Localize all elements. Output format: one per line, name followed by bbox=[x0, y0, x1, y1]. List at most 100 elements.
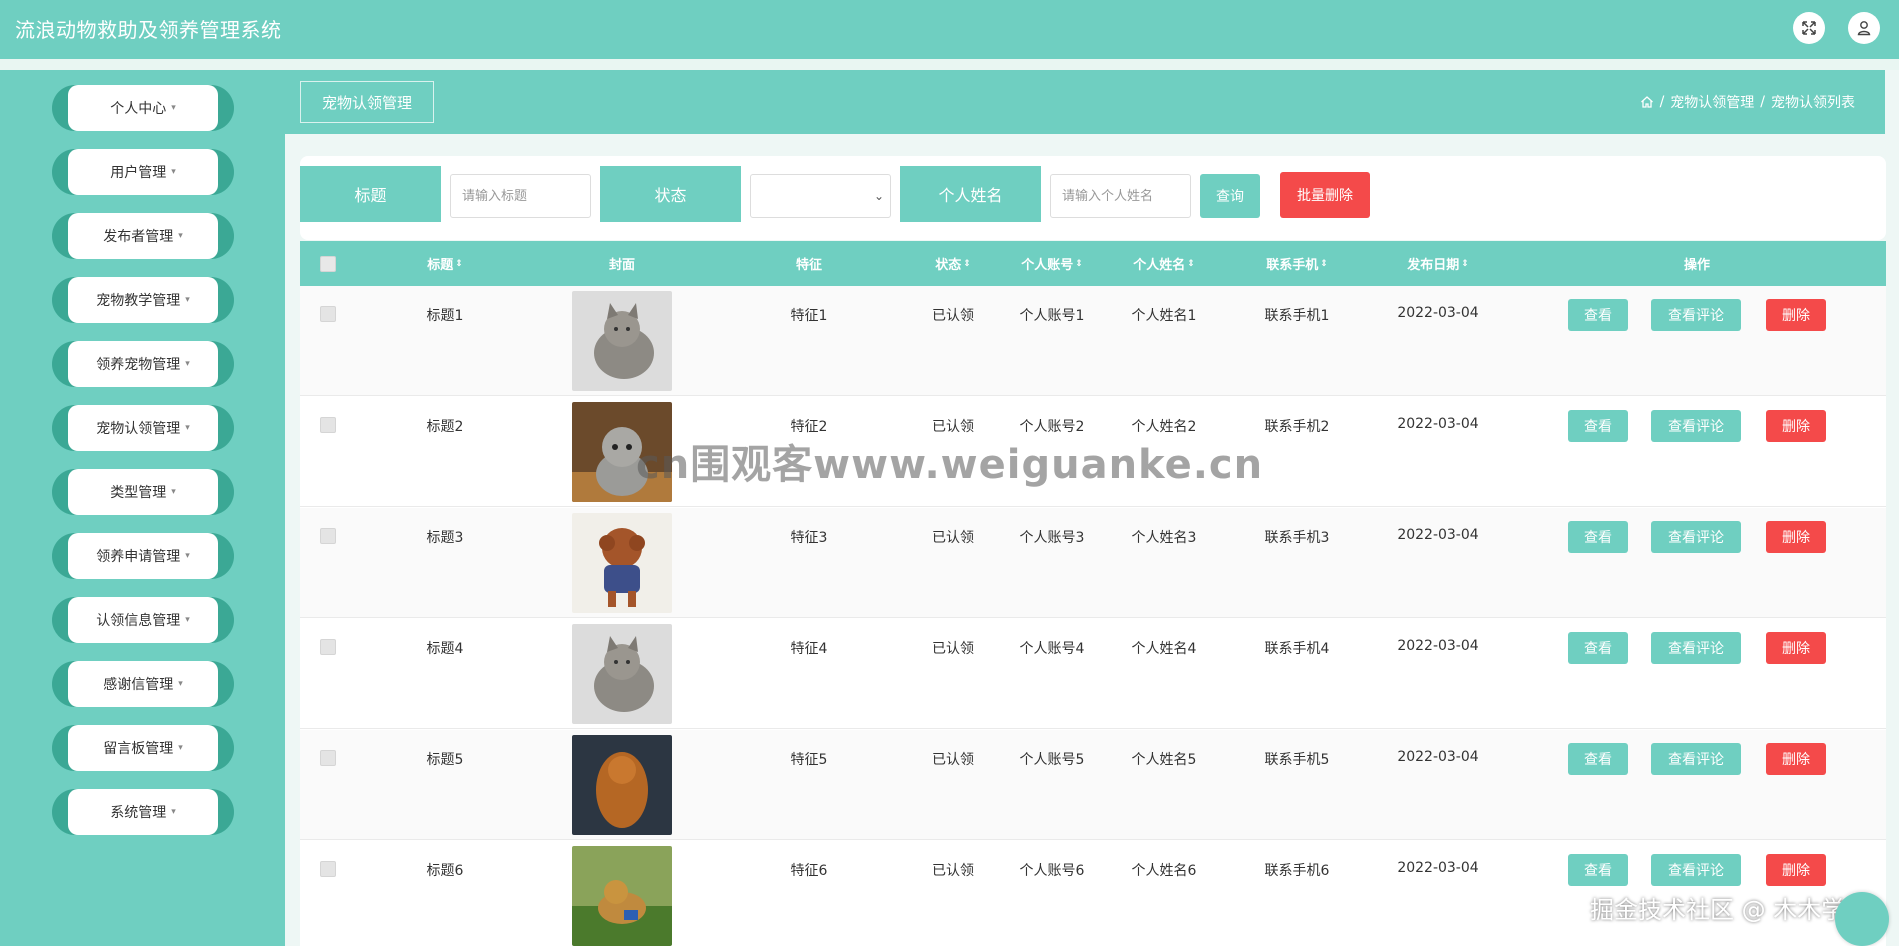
sidebar-item-label: 宠物认领管理 bbox=[96, 421, 181, 437]
table-row: 标题4 特征4 已认领 个人账号4 个人姓名4 联系手机4 2022-03-04 查看 查看评论… bbox=[300, 619, 1886, 729]
view-comments-button[interactable]: 查看评论 bbox=[1651, 743, 1741, 775]
th-date[interactable]: 发布日期 ⇕ bbox=[1407, 241, 1469, 286]
sidebar-item-pill: 认领信息管理 ▾ bbox=[68, 597, 218, 643]
cell-account: 个人账号5 bbox=[1019, 752, 1085, 768]
th-cover: 封面 bbox=[608, 258, 636, 273]
cell-account: 个人账号4 bbox=[1019, 641, 1085, 657]
view-button[interactable]: 查看 bbox=[1568, 299, 1628, 331]
cell-name: 个人姓名2 bbox=[1131, 419, 1197, 435]
sidebar-item[interactable]: 感谢信管理 ▾ bbox=[52, 661, 234, 707]
delete-button[interactable]: 删除 bbox=[1766, 299, 1826, 331]
delete-button[interactable]: 删除 bbox=[1766, 743, 1826, 775]
name-label: 个人姓名 bbox=[900, 166, 1041, 222]
view-comments-button[interactable]: 查看评论 bbox=[1651, 854, 1741, 886]
view-button[interactable]: 查看 bbox=[1568, 632, 1628, 664]
cell-phone: 联系手机5 bbox=[1264, 752, 1330, 768]
th-phone[interactable]: 联系手机 ⇕ bbox=[1266, 241, 1328, 286]
sidebar-item-label: 类型管理 bbox=[110, 485, 167, 501]
breadcrumb-sep: / bbox=[1760, 94, 1765, 110]
cell-date: 2022-03-04 bbox=[1397, 416, 1479, 432]
th-name[interactable]: 个人姓名 ⇕ bbox=[1133, 241, 1195, 286]
th-title[interactable]: 标题 ⇕ bbox=[427, 241, 463, 286]
title-label: 标题 bbox=[300, 166, 441, 222]
view-button[interactable]: 查看 bbox=[1568, 521, 1628, 553]
cell-status: 已认领 bbox=[932, 530, 974, 546]
delete-button[interactable]: 删除 bbox=[1766, 521, 1826, 553]
row-checkbox[interactable] bbox=[320, 528, 336, 544]
cover-image bbox=[572, 291, 672, 391]
source-credit: 掘金技术社区 @ 木木学长 bbox=[1590, 896, 1870, 924]
th-status[interactable]: 状态 ⇕ bbox=[935, 241, 971, 286]
delete-button[interactable]: 删除 bbox=[1766, 854, 1826, 886]
sidebar-item[interactable]: 领养申请管理 ▾ bbox=[52, 533, 234, 579]
sidebar-item[interactable]: 个人中心 ▾ bbox=[52, 85, 234, 131]
status-select[interactable]: ⌄ bbox=[750, 174, 891, 218]
sidebar-item-label: 领养宠物管理 bbox=[96, 357, 181, 373]
cell-account: 个人账号6 bbox=[1019, 863, 1085, 879]
sidebar-item[interactable]: 宠物教学管理 ▾ bbox=[52, 277, 234, 323]
th-account[interactable]: 个人账号 ⇕ bbox=[1021, 241, 1083, 286]
sidebar-item[interactable]: 发布者管理 ▾ bbox=[52, 213, 234, 259]
breadcrumb-sep: / bbox=[1659, 94, 1665, 110]
table-row: 标题2 特征2 已认领 个人账号2 个人姓名2 联系手机2 2022-03-04 查看 查看评论… bbox=[300, 397, 1886, 507]
page-tab[interactable]: 宠物认领管理 bbox=[300, 81, 434, 123]
view-comments-button[interactable]: 查看评论 bbox=[1651, 299, 1741, 331]
batch-delete-button[interactable]: 批量删除 bbox=[1280, 172, 1370, 218]
home-icon[interactable] bbox=[1640, 95, 1654, 109]
view-button[interactable]: 查看 bbox=[1568, 410, 1628, 442]
sidebar-item-pill: 用户管理 ▾ bbox=[68, 149, 218, 195]
row-checkbox[interactable] bbox=[320, 750, 336, 766]
status-label: 状态 bbox=[600, 166, 741, 222]
sort-icon: ⇕ bbox=[1075, 258, 1083, 269]
delete-button[interactable]: 删除 bbox=[1766, 632, 1826, 664]
view-comments-button[interactable]: 查看评论 bbox=[1651, 410, 1741, 442]
cell-title: 标题5 bbox=[426, 752, 464, 768]
breadcrumb-item-2: 宠物认领列表 bbox=[1771, 95, 1855, 111]
cell-date: 2022-03-04 bbox=[1397, 305, 1479, 321]
back-to-top-button[interactable] bbox=[1835, 892, 1889, 946]
header-divider bbox=[0, 59, 1899, 70]
sidebar: 个人中心 ▾ 用户管理 ▾ 发布者管理 ▾ 宠物教学管理 ▾ 领养宠物管理 ▾ 宠物认领管理 ▾ 类型管… bbox=[0, 70, 285, 946]
view-button[interactable]: 查看 bbox=[1568, 743, 1628, 775]
sidebar-item[interactable]: 领养宠物管理 ▾ bbox=[52, 341, 234, 387]
row-checkbox[interactable] bbox=[320, 417, 336, 433]
breadcrumb-item-1[interactable]: 宠物认领管理 bbox=[1670, 92, 1754, 112]
caret-down-icon: ▾ bbox=[185, 615, 190, 625]
title-input[interactable] bbox=[450, 174, 591, 218]
query-button[interactable]: 查询 bbox=[1200, 174, 1260, 218]
sidebar-item-pill: 宠物教学管理 ▾ bbox=[68, 277, 218, 323]
row-checkbox[interactable] bbox=[320, 306, 336, 322]
caret-down-icon: ▾ bbox=[185, 551, 190, 561]
select-all-checkbox[interactable] bbox=[320, 256, 336, 272]
view-button[interactable]: 查看 bbox=[1568, 854, 1628, 886]
user-button[interactable] bbox=[1848, 12, 1880, 44]
fullscreen-button[interactable] bbox=[1793, 12, 1825, 44]
sidebar-item[interactable]: 系统管理 ▾ bbox=[52, 789, 234, 835]
sidebar-item-label: 宠物教学管理 bbox=[96, 293, 181, 309]
caret-down-icon: ▾ bbox=[171, 103, 176, 113]
cell-account: 个人账号1 bbox=[1019, 308, 1085, 324]
cell-status: 已认领 bbox=[932, 752, 974, 768]
cell-name: 个人姓名6 bbox=[1131, 863, 1197, 879]
sort-icon: ⇕ bbox=[1187, 258, 1195, 269]
view-comments-button[interactable]: 查看评论 bbox=[1651, 632, 1741, 664]
data-table: 标题 ⇕ 封面 特征 状态 ⇕ 个人账号 ⇕ 个人姓名 ⇕ 联系手机 ⇕ 发布日期 ⇕ 操作… bbox=[300, 241, 1886, 946]
sidebar-item[interactable]: 认领信息管理 ▾ bbox=[52, 597, 234, 643]
view-comments-button[interactable]: 查看评论 bbox=[1651, 521, 1741, 553]
cell-name: 个人姓名1 bbox=[1131, 308, 1197, 324]
delete-button[interactable]: 删除 bbox=[1766, 410, 1826, 442]
row-checkbox[interactable] bbox=[320, 861, 336, 877]
sidebar-item-label: 发布者管理 bbox=[103, 229, 174, 245]
caret-down-icon: ▾ bbox=[178, 231, 183, 241]
sidebar-item[interactable]: 留言板管理 ▾ bbox=[52, 725, 234, 771]
cell-name: 个人姓名4 bbox=[1131, 641, 1197, 657]
sidebar-item[interactable]: 类型管理 ▾ bbox=[52, 469, 234, 515]
cell-phone: 联系手机1 bbox=[1264, 308, 1330, 324]
sidebar-item[interactable]: 用户管理 ▾ bbox=[52, 149, 234, 195]
cell-phone: 联系手机2 bbox=[1264, 419, 1330, 435]
sidebar-item[interactable]: 宠物认领管理 ▾ bbox=[52, 405, 234, 451]
caret-down-icon: ▾ bbox=[185, 295, 190, 305]
row-checkbox[interactable] bbox=[320, 639, 336, 655]
sidebar-item-pill: 宠物认领管理 ▾ bbox=[68, 405, 218, 451]
name-input[interactable] bbox=[1050, 174, 1191, 218]
